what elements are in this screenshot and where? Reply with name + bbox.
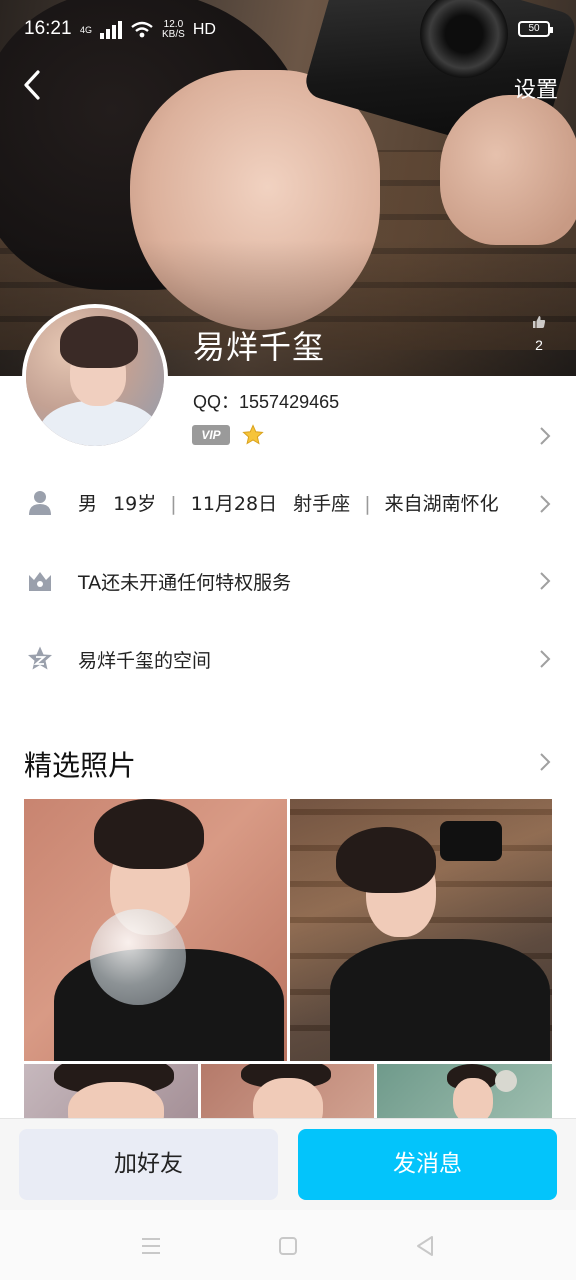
- qzone-text: 易烊千玺的空间: [78, 650, 212, 672]
- back-triangle-icon[interactable]: [413, 1234, 437, 1258]
- crown-icon: [29, 572, 51, 591]
- featured-photo[interactable]: [24, 1064, 198, 1124]
- qq-number: 1557429465: [239, 392, 340, 412]
- thumbs-up-icon: [533, 316, 546, 328]
- photo-microphone: [495, 1070, 517, 1092]
- chevron-right-icon[interactable]: [537, 426, 553, 446]
- status-time: 16:21: [24, 18, 72, 39]
- hd-indicator: HD: [192, 21, 216, 38]
- star-level-icon: [242, 424, 264, 445]
- wifi-icon: [131, 21, 153, 38]
- add-friend-button[interactable]: 加好友: [19, 1129, 278, 1200]
- privilege-row[interactable]: TA还未开通任何特权服务: [0, 551, 576, 611]
- photo-figure-body: [330, 939, 550, 1061]
- chevron-right-icon[interactable]: [537, 752, 553, 772]
- settings-button[interactable]: 设置: [514, 72, 558, 104]
- person-icon: [29, 491, 51, 515]
- chevron-right-icon: [540, 650, 551, 668]
- photo-figure-hair: [336, 827, 436, 893]
- photo-figure-hair: [94, 799, 204, 869]
- qq-label: QQ：: [193, 392, 240, 412]
- status-bar: 16:21 4G 12.0 KB/S HD 50: [0, 0, 576, 58]
- chevron-left-icon: [24, 70, 40, 100]
- featured-photo[interactable]: [377, 1064, 552, 1124]
- bottom-action-bar: 加好友 发消息: [0, 1118, 576, 1210]
- signal-icon: [100, 21, 123, 39]
- qzone-row[interactable]: 易烊千玺的空间: [0, 629, 576, 689]
- avatar[interactable]: [22, 304, 168, 450]
- gender: 男: [78, 493, 98, 515]
- featured-photo[interactable]: [201, 1064, 374, 1124]
- divider: |: [170, 493, 177, 515]
- system-nav-bar: [0, 1210, 576, 1280]
- qq-number-line: QQ：1557429465: [193, 388, 339, 414]
- send-message-button[interactable]: 发消息: [298, 1129, 557, 1200]
- chevron-right-icon: [540, 572, 551, 590]
- like-button[interactable]: 2: [524, 314, 554, 364]
- zodiac: 射手座: [293, 493, 351, 515]
- hometown: 来自湖南怀化: [384, 493, 499, 515]
- network-type: 4G: [80, 24, 93, 35]
- photo-glass-globe: [90, 909, 186, 1005]
- network-speed: 12.0 KB/S: [162, 20, 185, 40]
- featured-photos-title: 精选照片: [24, 749, 137, 782]
- avatar-figure-hair: [60, 316, 138, 368]
- divider: |: [364, 493, 371, 515]
- vip-badge: VIP: [192, 425, 230, 445]
- cover-figure-hand: [440, 95, 576, 245]
- back-button[interactable]: [14, 66, 54, 106]
- birthday: 11月28日: [190, 493, 278, 515]
- basic-info-text: 男 19岁 | 11月28日 射手座 | 来自湖南怀化: [78, 489, 499, 516]
- basic-info-row[interactable]: 男 19岁 | 11月28日 射手座 | 来自湖南怀化: [0, 472, 576, 532]
- menu-icon[interactable]: [139, 1234, 163, 1258]
- qzone-star-icon: [28, 646, 52, 670]
- featured-photo[interactable]: [24, 799, 287, 1061]
- featured-photo[interactable]: [290, 799, 552, 1061]
- speed-unit: KB/S: [162, 29, 185, 40]
- chevron-right-icon: [540, 495, 551, 513]
- badge-row[interactable]: VIP: [192, 424, 264, 446]
- age: 19岁: [113, 493, 157, 515]
- profile-nickname: 易烊千玺: [193, 328, 326, 366]
- battery-icon: 50: [518, 21, 553, 37]
- home-icon[interactable]: [276, 1234, 300, 1258]
- like-count: 2: [535, 337, 543, 353]
- privilege-text: TA还未开通任何特权服务: [78, 572, 292, 594]
- status-icons: 4G 12.0 KB/S HD: [80, 18, 216, 42]
- photo-camera: [440, 821, 502, 861]
